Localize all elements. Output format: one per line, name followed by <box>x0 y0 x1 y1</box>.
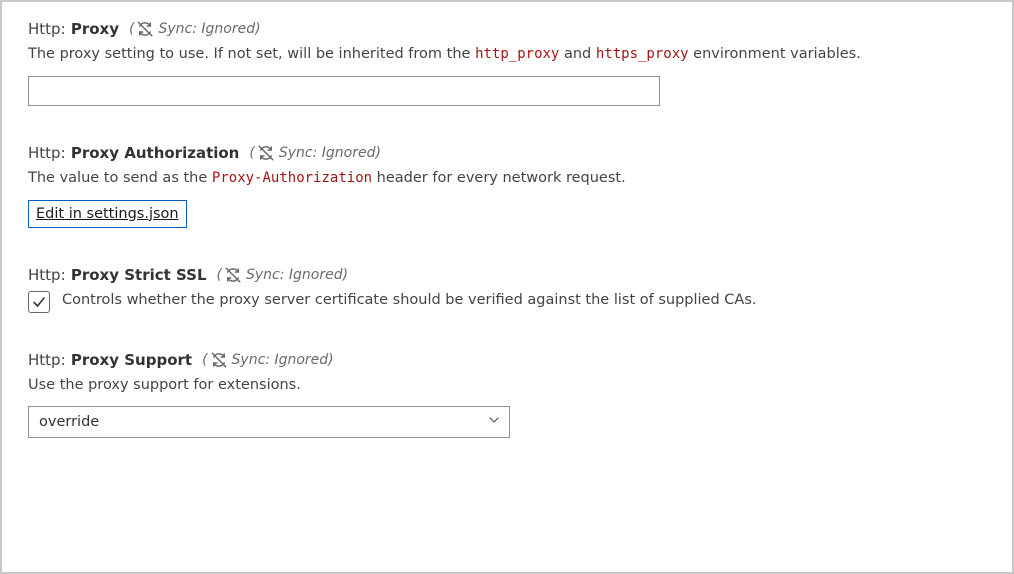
sync-ignored-badge: ( Sync: Ignored ) <box>217 266 349 284</box>
edit-in-settings-json-link[interactable]: Edit in settings.json <box>28 200 187 228</box>
code-https-proxy: https_proxy <box>596 46 689 62</box>
settings-panel: Http: Proxy ( Sync: Ignored ) The <box>0 0 1014 574</box>
sync-ignored-icon <box>136 20 154 38</box>
setting-description: Controls whether the proxy server certif… <box>62 290 756 312</box>
setting-name: Proxy <box>71 20 119 38</box>
sync-ignored-badge: ( Sync: Ignored ) <box>249 144 381 162</box>
setting-http-proxy: Http: Proxy ( Sync: Ignored ) The <box>28 20 986 106</box>
setting-title: Http: Proxy Authorization ( Sync: Ignore… <box>28 144 986 162</box>
code-proxy-authorization: Proxy-Authorization <box>212 170 372 186</box>
checkmark-icon <box>31 294 47 310</box>
checkbox-row: Controls whether the proxy server certif… <box>28 290 986 313</box>
sync-ignored-icon <box>257 144 275 162</box>
setting-title: Http: Proxy Support ( Sync: Ignored ) <box>28 351 986 369</box>
setting-title: Http: Proxy ( Sync: Ignored ) <box>28 20 986 38</box>
setting-description: Use the proxy support for extensions. <box>28 375 986 397</box>
setting-name: Proxy Strict SSL <box>71 266 207 284</box>
proxy-input[interactable] <box>28 76 660 106</box>
setting-http-proxy-strict-ssl: Http: Proxy Strict SSL ( Sync: Ignored ) <box>28 266 986 313</box>
setting-http-proxy-support: Http: Proxy Support ( Sync: Ignored ) Us… <box>28 351 986 439</box>
sync-ignored-icon <box>224 266 242 284</box>
setting-category: Http: <box>28 144 66 162</box>
sync-ignored-badge: ( Sync: Ignored ) <box>202 351 334 369</box>
proxy-strict-ssl-checkbox[interactable] <box>28 291 50 313</box>
setting-category: Http: <box>28 351 66 369</box>
setting-name: Proxy Support <box>71 351 192 369</box>
setting-name: Proxy Authorization <box>71 144 240 162</box>
sync-ignored-label: Sync: Ignored <box>246 267 343 283</box>
setting-description: The proxy setting to use. If not set, wi… <box>28 44 986 66</box>
setting-description: The value to send as the Proxy-Authoriza… <box>28 168 986 190</box>
code-http-proxy: http_proxy <box>475 46 559 62</box>
sync-ignored-badge: ( Sync: Ignored ) <box>129 20 261 38</box>
setting-title: Http: Proxy Strict SSL ( Sync: Ignored ) <box>28 266 986 284</box>
setting-http-proxy-authorization: Http: Proxy Authorization ( Sync: Ignore… <box>28 144 986 228</box>
sync-ignored-icon <box>210 351 228 369</box>
sync-ignored-label: Sync: Ignored <box>158 21 255 37</box>
setting-category: Http: <box>28 20 66 38</box>
sync-ignored-label: Sync: Ignored <box>279 145 376 161</box>
setting-category: Http: <box>28 266 66 284</box>
proxy-support-select[interactable]: override <box>28 406 510 438</box>
sync-ignored-label: Sync: Ignored <box>232 352 329 368</box>
proxy-support-select-wrap: override <box>28 406 510 438</box>
